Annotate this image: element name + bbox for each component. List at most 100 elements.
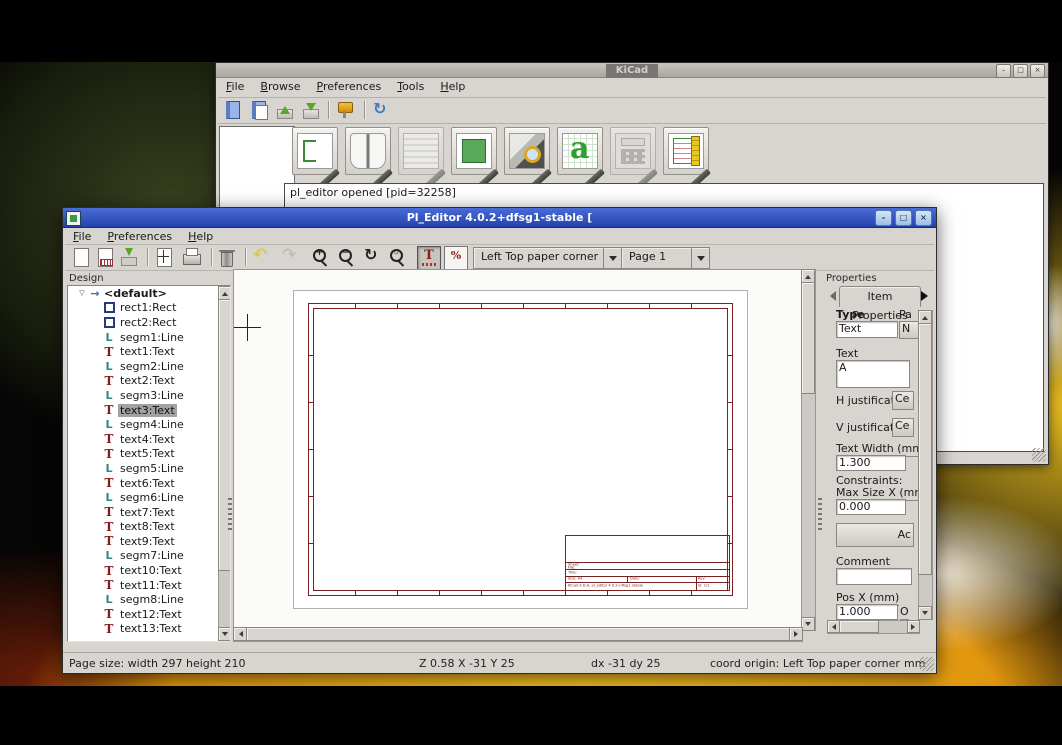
properties-horizontal-scrollbar[interactable] (827, 620, 920, 634)
left-dock-sash[interactable] (228, 498, 232, 530)
eeschema-launcher[interactable] (292, 127, 338, 175)
accept-button[interactable]: Ac (836, 523, 914, 547)
footprint-editor-launcher[interactable] (451, 127, 497, 175)
pcb-calculator-launcher[interactable] (610, 127, 656, 175)
tab-scroll-right-icon[interactable] (921, 291, 933, 301)
chevron-down-icon[interactable] (691, 248, 709, 268)
schematic-library-editor-launcher[interactable] (345, 127, 391, 175)
tree-item[interactable]: text3:Text (68, 403, 230, 418)
print-icon[interactable] (181, 247, 203, 268)
menu-item[interactable]: Preferences (308, 78, 389, 95)
percent-mode-toggle[interactable]: % (444, 246, 468, 270)
zoom-in-icon[interactable]: + (310, 247, 332, 268)
v-justification-combo[interactable]: Ce (892, 418, 914, 437)
max-size-x-field[interactable]: 0.000 (836, 499, 906, 515)
tree-item[interactable]: segm7:Line (68, 549, 230, 564)
scrollbar-thumb[interactable] (218, 299, 231, 571)
undo-icon[interactable] (251, 247, 273, 268)
drawing-area[interactable]: Sheet: File: Title: Size: A4 Date: Rev: … (233, 269, 803, 629)
maximize-button[interactable]: □ (895, 210, 912, 226)
close-button[interactable]: × (915, 210, 932, 226)
scroll-up-icon[interactable] (801, 269, 815, 283)
delete-icon[interactable] (216, 247, 238, 268)
menu-item[interactable]: Browse (252, 78, 308, 95)
tree-item[interactable]: text12:Text (68, 607, 230, 622)
tree-item[interactable]: segm6:Line (68, 490, 230, 505)
minimize-button[interactable]: – (875, 210, 892, 226)
tree-item[interactable]: text7:Text (68, 505, 230, 520)
gerbview-launcher[interactable] (504, 127, 550, 175)
tree-item[interactable]: rect2:Rect (68, 315, 230, 330)
tree-item[interactable]: segm5:Line (68, 461, 230, 476)
page-select-combo[interactable]: Page 1 (621, 247, 710, 269)
page-settings-icon[interactable] (153, 247, 175, 268)
scrollbar-thumb[interactable] (801, 282, 815, 394)
tree-item[interactable]: segm3:Line (68, 388, 230, 403)
scroll-right-icon[interactable] (907, 620, 920, 633)
scroll-down-icon[interactable] (918, 606, 932, 620)
pos-x-field[interactable]: 1.000 (836, 604, 898, 620)
scrollbar-thumb[interactable] (246, 627, 790, 641)
maximize-button[interactable]: □ (1013, 64, 1028, 78)
tree-item[interactable]: segm1:Line (68, 330, 230, 345)
scroll-left-icon[interactable] (233, 627, 247, 641)
expander-icon[interactable]: ▽ (76, 289, 88, 297)
text-width-field[interactable]: 1.300 (836, 455, 906, 471)
menu-item[interactable]: Tools (389, 78, 432, 95)
tree-item[interactable]: text1:Text (68, 344, 230, 359)
save-icon[interactable] (118, 247, 140, 268)
kicad-titlebar[interactable]: KiCad – □ × (216, 63, 1048, 78)
comment-field[interactable] (836, 568, 912, 585)
scroll-right-icon[interactable] (789, 627, 803, 641)
pl-editor-titlebar[interactable]: Pl_Editor 4.0.2+dfsg1-stable [ – □ × (63, 208, 936, 228)
tab-scroll-left-icon[interactable] (825, 291, 836, 301)
h-justification-combo[interactable]: Ce (892, 391, 914, 410)
tree-item[interactable]: text5:Text (68, 447, 230, 462)
scroll-down-icon[interactable] (218, 627, 231, 641)
text-field[interactable]: A (836, 360, 910, 388)
kicad-resize-grip[interactable] (1032, 448, 1046, 462)
tree-item[interactable]: rect1:Rect (68, 301, 230, 316)
scroll-up-icon[interactable] (918, 310, 932, 324)
coord-origin-combo[interactable]: Left Top paper corner (473, 247, 622, 269)
pl-editor-launcher[interactable] (663, 127, 709, 175)
bug-report-icon[interactable] (334, 100, 356, 120)
tree-item[interactable]: text10:Text (68, 563, 230, 578)
tree-item[interactable]: text9:Text (68, 534, 230, 549)
tree-item[interactable]: text11:Text (68, 578, 230, 593)
pcbnew-launcher[interactable] (398, 127, 444, 175)
tree-item[interactable]: text2:Text (68, 374, 230, 389)
close-button[interactable]: × (1030, 64, 1045, 78)
scrollbar-thumb[interactable] (918, 323, 932, 575)
new-project-icon[interactable] (222, 100, 244, 120)
design-tree-scrollbar[interactable] (218, 286, 231, 641)
canvas-vertical-scrollbar[interactable] (801, 269, 816, 631)
text-mode-toggle[interactable]: T (417, 246, 441, 270)
scrollbar-thumb[interactable] (839, 620, 879, 633)
tree-item[interactable]: text4:Text (68, 432, 230, 447)
chevron-down-icon[interactable] (603, 248, 621, 268)
pl-editor-resize-grip[interactable] (920, 657, 934, 671)
redo-icon[interactable] (280, 247, 302, 268)
bitmap2component-launcher[interactable] (557, 127, 603, 175)
scroll-up-icon[interactable] (218, 286, 231, 300)
tree-root[interactable]: ▽ → <default> (68, 286, 230, 301)
menu-item[interactable]: File (218, 78, 252, 95)
type-field[interactable]: Text (836, 321, 898, 338)
zoom-fit-icon[interactable]: ▫ (387, 247, 409, 268)
new-icon[interactable] (70, 247, 92, 268)
tree-item[interactable]: text8:Text (68, 520, 230, 535)
properties-vertical-scrollbar[interactable] (918, 310, 933, 620)
tree-item[interactable]: segm2:Line (68, 359, 230, 374)
refresh-icon[interactable] (370, 100, 392, 120)
tree-item[interactable]: segm8:Line (68, 592, 230, 607)
canvas-horizontal-scrollbar[interactable] (233, 627, 803, 642)
tab-item-properties[interactable]: Item Properties (839, 286, 921, 307)
tree-item[interactable]: text6:Text (68, 476, 230, 491)
tree-item[interactable]: segm4:Line (68, 417, 230, 432)
menu-item[interactable]: Help (432, 78, 473, 95)
menu-item[interactable]: File (65, 228, 99, 245)
redraw-icon[interactable] (362, 247, 384, 268)
scroll-down-icon[interactable] (801, 617, 815, 631)
open-icon[interactable] (94, 247, 116, 268)
